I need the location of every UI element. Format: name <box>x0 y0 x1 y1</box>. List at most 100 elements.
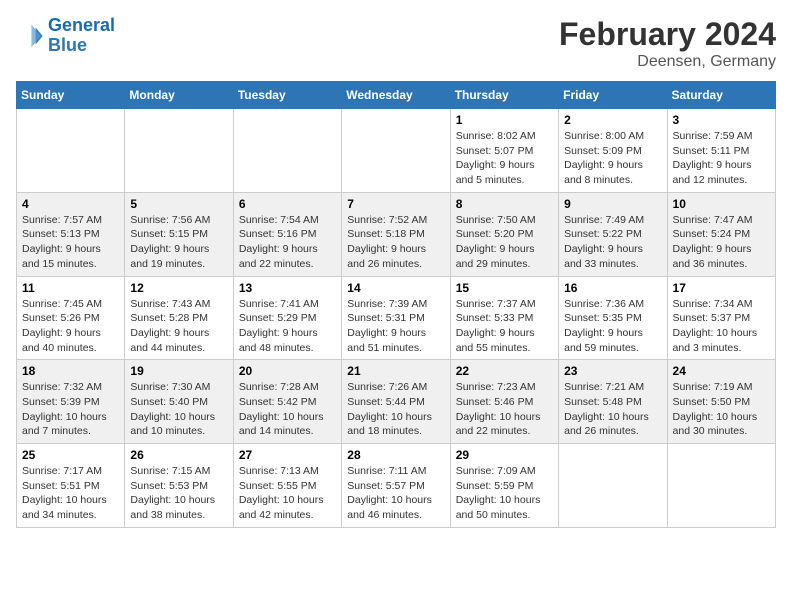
day-number: 14 <box>347 281 444 295</box>
day-info: Sunrise: 7:09 AM Sunset: 5:59 PM Dayligh… <box>456 464 553 523</box>
header-monday: Monday <box>125 82 233 109</box>
calendar-cell: 4 Sunrise: 7:57 AM Sunset: 5:13 PM Daylig… <box>17 192 125 276</box>
day-info: Sunrise: 7:11 AM Sunset: 5:57 PM Dayligh… <box>347 464 444 523</box>
calendar-cell: 5 Sunrise: 7:56 AM Sunset: 5:15 PM Daylig… <box>125 192 233 276</box>
day-info: Sunrise: 7:56 AM Sunset: 5:15 PM Dayligh… <box>130 213 227 272</box>
calendar-cell: 22Sunrise: 7:23 AM Sunset: 5:46 PM Dayli… <box>450 360 558 444</box>
header-wednesday: Wednesday <box>342 82 450 109</box>
logo-icon <box>16 22 44 50</box>
calendar-week-row: 18Sunrise: 7:32 AM Sunset: 5:39 PM Dayli… <box>17 360 776 444</box>
header-tuesday: Tuesday <box>233 82 341 109</box>
calendar-cell <box>667 444 775 528</box>
day-number: 28 <box>347 448 444 462</box>
day-number: 13 <box>239 281 336 295</box>
day-info: Sunrise: 7:30 AM Sunset: 5:40 PM Dayligh… <box>130 380 227 439</box>
calendar-cell: 10 Sunrise: 7:47 AM Sunset: 5:24 PM Dayli… <box>667 192 775 276</box>
day-number: 5 <box>130 197 227 211</box>
day-number: 18 <box>22 364 119 378</box>
page-header: General Blue February 2024 Deensen, Germ… <box>16 16 776 71</box>
day-number: 22 <box>456 364 553 378</box>
day-info: Sunrise: 7:57 AM Sunset: 5:13 PM Dayligh… <box>22 213 119 272</box>
day-number: 1 <box>456 113 553 127</box>
day-info: Sunrise: 7:45 AM Sunset: 5:26 PM Dayligh… <box>22 297 119 356</box>
day-info: Sunrise: 7:52 AM Sunset: 5:18 PM Dayligh… <box>347 213 444 272</box>
day-info: Sunrise: 7:28 AM Sunset: 5:42 PM Dayligh… <box>239 380 336 439</box>
calendar-cell: 29Sunrise: 7:09 AM Sunset: 5:59 PM Dayli… <box>450 444 558 528</box>
calendar-week-row: 25 Sunrise: 7:17 AM Sunset: 5:51 PM Dayli… <box>17 444 776 528</box>
day-info: Sunrise: 8:00 AM Sunset: 5:09 PM Dayligh… <box>564 129 661 188</box>
title-block: February 2024 Deensen, Germany <box>559 16 776 71</box>
day-number: 15 <box>456 281 553 295</box>
day-info: Sunrise: 7:43 AM Sunset: 5:28 PM Dayligh… <box>130 297 227 356</box>
day-number: 19 <box>130 364 227 378</box>
calendar-cell: 27 Sunrise: 7:13 AM Sunset: 5:55 PM Dayli… <box>233 444 341 528</box>
day-number: 11 <box>22 281 119 295</box>
page-subtitle: Deensen, Germany <box>559 53 776 71</box>
day-number: 9 <box>564 197 661 211</box>
day-number: 23 <box>564 364 661 378</box>
calendar-cell: 25 Sunrise: 7:17 AM Sunset: 5:51 PM Dayli… <box>17 444 125 528</box>
day-number: 21 <box>347 364 444 378</box>
calendar-cell: 28 Sunrise: 7:11 AM Sunset: 5:57 PM Dayli… <box>342 444 450 528</box>
calendar-cell: 1Sunrise: 8:02 AM Sunset: 5:07 PM Daylig… <box>450 109 558 193</box>
calendar-cell <box>342 109 450 193</box>
day-info: Sunrise: 7:17 AM Sunset: 5:51 PM Dayligh… <box>22 464 119 523</box>
calendar-cell: 12 Sunrise: 7:43 AM Sunset: 5:28 PM Dayli… <box>125 276 233 360</box>
day-number: 20 <box>239 364 336 378</box>
calendar-cell: 16Sunrise: 7:36 AM Sunset: 5:35 PM Dayli… <box>559 276 667 360</box>
calendar-cell: 7Sunrise: 7:52 AM Sunset: 5:18 PM Daylig… <box>342 192 450 276</box>
day-info: Sunrise: 7:49 AM Sunset: 5:22 PM Dayligh… <box>564 213 661 272</box>
day-number: 10 <box>673 197 770 211</box>
day-info: Sunrise: 7:36 AM Sunset: 5:35 PM Dayligh… <box>564 297 661 356</box>
day-info: Sunrise: 7:47 AM Sunset: 5:24 PM Dayligh… <box>673 213 770 272</box>
day-info: Sunrise: 7:59 AM Sunset: 5:11 PM Dayligh… <box>673 129 770 188</box>
calendar-cell: 13 Sunrise: 7:41 AM Sunset: 5:29 PM Dayli… <box>233 276 341 360</box>
page-title: February 2024 <box>559 16 776 53</box>
calendar-cell: 19 Sunrise: 7:30 AM Sunset: 5:40 PM Dayli… <box>125 360 233 444</box>
calendar-cell: 21 Sunrise: 7:26 AM Sunset: 5:44 PM Dayli… <box>342 360 450 444</box>
calendar-cell: 14 Sunrise: 7:39 AM Sunset: 5:31 PM Dayli… <box>342 276 450 360</box>
calendar-cell: 8 Sunrise: 7:50 AM Sunset: 5:20 PM Daylig… <box>450 192 558 276</box>
calendar-week-row: 4 Sunrise: 7:57 AM Sunset: 5:13 PM Daylig… <box>17 192 776 276</box>
day-number: 27 <box>239 448 336 462</box>
calendar-week-row: 1Sunrise: 8:02 AM Sunset: 5:07 PM Daylig… <box>17 109 776 193</box>
calendar-cell: 24Sunrise: 7:19 AM Sunset: 5:50 PM Dayli… <box>667 360 775 444</box>
day-info: Sunrise: 7:15 AM Sunset: 5:53 PM Dayligh… <box>130 464 227 523</box>
day-number: 12 <box>130 281 227 295</box>
logo-line1: General <box>48 15 115 35</box>
calendar-cell: 20 Sunrise: 7:28 AM Sunset: 5:42 PM Dayli… <box>233 360 341 444</box>
calendar-cell: 15Sunrise: 7:37 AM Sunset: 5:33 PM Dayli… <box>450 276 558 360</box>
calendar-cell <box>233 109 341 193</box>
day-info: Sunrise: 7:41 AM Sunset: 5:29 PM Dayligh… <box>239 297 336 356</box>
day-info: Sunrise: 7:34 AM Sunset: 5:37 PM Dayligh… <box>673 297 770 356</box>
day-info: Sunrise: 7:39 AM Sunset: 5:31 PM Dayligh… <box>347 297 444 356</box>
day-number: 24 <box>673 364 770 378</box>
day-number: 8 <box>456 197 553 211</box>
calendar-cell: 9 Sunrise: 7:49 AM Sunset: 5:22 PM Daylig… <box>559 192 667 276</box>
calendar-header-row: SundayMondayTuesdayWednesdayThursdayFrid… <box>17 82 776 109</box>
header-sunday: Sunday <box>17 82 125 109</box>
calendar-cell: 26Sunrise: 7:15 AM Sunset: 5:53 PM Dayli… <box>125 444 233 528</box>
calendar-cell: 3 Sunrise: 7:59 AM Sunset: 5:11 PM Daylig… <box>667 109 775 193</box>
header-thursday: Thursday <box>450 82 558 109</box>
calendar-cell: 2Sunrise: 8:00 AM Sunset: 5:09 PM Daylig… <box>559 109 667 193</box>
calendar-cell: 11 Sunrise: 7:45 AM Sunset: 5:26 PM Dayli… <box>17 276 125 360</box>
calendar-cell: 6Sunrise: 7:54 AM Sunset: 5:16 PM Daylig… <box>233 192 341 276</box>
calendar-cell: 17 Sunrise: 7:34 AM Sunset: 5:37 PM Dayli… <box>667 276 775 360</box>
day-info: Sunrise: 7:26 AM Sunset: 5:44 PM Dayligh… <box>347 380 444 439</box>
calendar-table: SundayMondayTuesdayWednesdayThursdayFrid… <box>16 81 776 528</box>
day-number: 6 <box>239 197 336 211</box>
day-number: 3 <box>673 113 770 127</box>
logo-text: General Blue <box>48 16 115 56</box>
day-number: 4 <box>22 197 119 211</box>
day-info: Sunrise: 7:13 AM Sunset: 5:55 PM Dayligh… <box>239 464 336 523</box>
header-friday: Friday <box>559 82 667 109</box>
logo-line2: Blue <box>48 35 87 55</box>
day-number: 17 <box>673 281 770 295</box>
calendar-cell: 23 Sunrise: 7:21 AM Sunset: 5:48 PM Dayli… <box>559 360 667 444</box>
day-info: Sunrise: 7:21 AM Sunset: 5:48 PM Dayligh… <box>564 380 661 439</box>
day-info: Sunrise: 7:50 AM Sunset: 5:20 PM Dayligh… <box>456 213 553 272</box>
day-number: 25 <box>22 448 119 462</box>
calendar-week-row: 11 Sunrise: 7:45 AM Sunset: 5:26 PM Dayli… <box>17 276 776 360</box>
calendar-cell <box>559 444 667 528</box>
